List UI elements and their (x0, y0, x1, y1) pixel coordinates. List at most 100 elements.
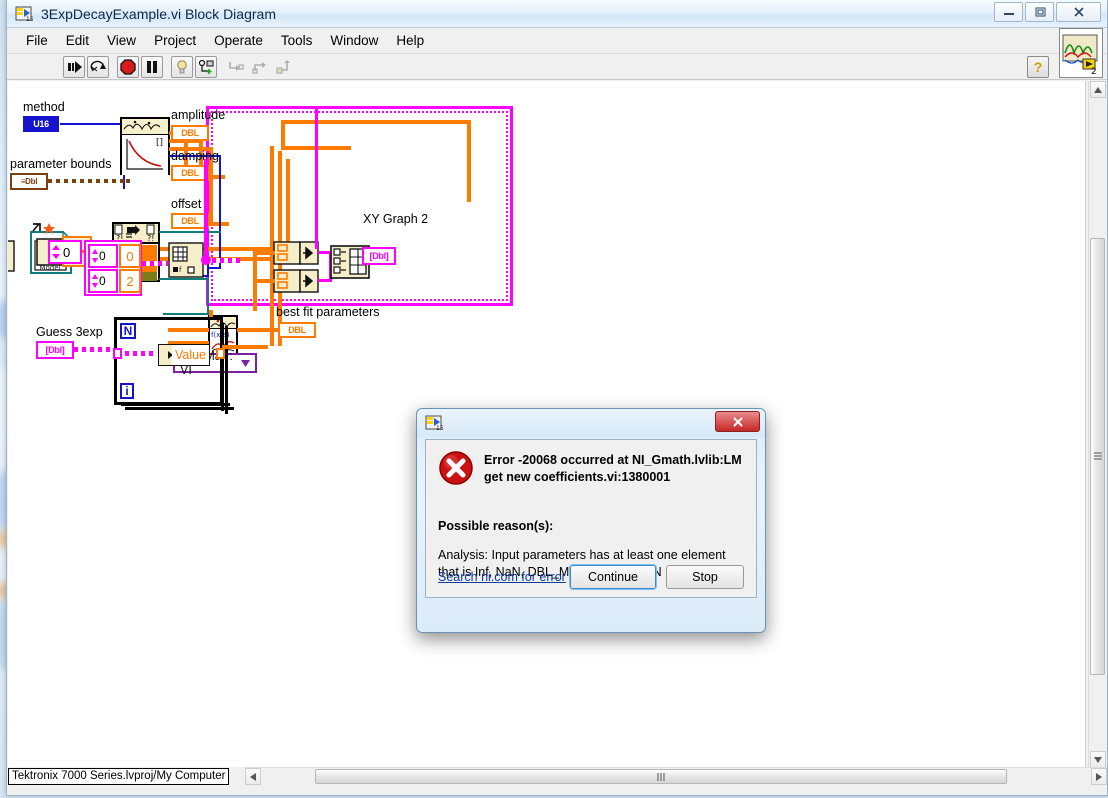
horizontal-scrollbar-thumb[interactable] (315, 769, 1007, 784)
chevron-down-icon[interactable] (241, 354, 250, 372)
menu-tools[interactable]: Tools (272, 31, 322, 50)
scroll-right-button[interactable] (1091, 768, 1107, 785)
run-continuously-button[interactable] (87, 55, 109, 78)
vi-node-curve-fit[interactable]: [] (120, 117, 170, 175)
for-loop-tunnel-out[interactable] (216, 348, 225, 359)
node-bundle-2[interactable] (273, 269, 319, 293)
label-best-fit-parameters: best fit parameters (276, 305, 380, 319)
maximize-button[interactable] (1025, 2, 1054, 22)
toolbar: ? 2 (7, 28, 1107, 80)
label-offset: offset (171, 197, 202, 211)
project-path-label: Tektronix 7000 Series.lvproj/My Computer (8, 767, 230, 785)
horizontal-scrollbar[interactable] (245, 767, 1107, 785)
pause-button[interactable] (141, 55, 163, 78)
for-loop-tunnel-in[interactable] (113, 348, 122, 359)
for-loop-count-label: N (123, 324, 133, 338)
wire-brown-dotted (48, 179, 130, 183)
terminal-amplitude[interactable]: DBL (171, 125, 209, 141)
terminal-best-fit-type: DBL (288, 325, 306, 335)
node-property-value-label: Value (171, 345, 209, 365)
statusbar: Tektronix 7000 Series.lvproj/My Computer (8, 767, 245, 785)
scroll-down-button[interactable] (1090, 751, 1106, 768)
continue-button[interactable]: Continue (569, 564, 657, 590)
for-loop-structure[interactable]: N i Value (113, 317, 234, 414)
scroll-up-button[interactable] (1090, 81, 1106, 98)
terminal-parameter-bounds[interactable]: ≡Dbl (10, 173, 48, 190)
retain-wire-values-button[interactable] (195, 55, 217, 78)
arrow-right-icon (161, 351, 172, 359)
stop-button[interactable]: Stop (666, 565, 744, 589)
wire-teal (163, 313, 209, 315)
search-ni-com-link[interactable]: Search ni.com for error (438, 570, 570, 584)
for-loop-shadow (121, 403, 230, 406)
labview-vi-icon: 15 (15, 5, 34, 23)
wire-pink-dashed (142, 261, 168, 266)
abort-button[interactable] (117, 55, 139, 78)
for-loop-count-terminal[interactable]: N (120, 323, 136, 339)
array-cell-value: 0 (126, 248, 134, 264)
error-dialog-close-button[interactable] (715, 411, 760, 432)
menu-edit[interactable]: Edit (57, 31, 98, 50)
window-titlebar: 15 3ExpDecayExample.vi Block Diagram (7, 0, 1107, 28)
menu-file[interactable]: File (17, 31, 57, 50)
terminal-amplitude-type: DBL (181, 128, 199, 138)
terminal-offset-type: DBL (181, 216, 199, 226)
menu-operate[interactable]: Operate (205, 31, 272, 50)
highlight-execution-button[interactable] (171, 55, 193, 78)
svg-text:15: 15 (436, 425, 443, 432)
array-cell[interactable]: 2 (119, 269, 141, 293)
step-out-button[interactable] (273, 55, 295, 78)
scroll-left-button[interactable] (245, 768, 261, 785)
wire-orange (253, 251, 257, 311)
menu-view[interactable]: View (98, 31, 145, 50)
terminal-guess-3exp[interactable]: [Dbl] (36, 341, 74, 359)
vertical-scrollbar[interactable] (1088, 81, 1106, 768)
increment-decrement-icon (92, 249, 98, 263)
terminal-method[interactable]: U16 (23, 116, 59, 132)
window-controls (994, 2, 1101, 22)
wire-orange (253, 307, 257, 311)
menu-help[interactable]: Help (387, 31, 433, 50)
menubar: File Edit View Project Operate Tools Win… (7, 28, 1107, 54)
wire-teal (159, 278, 209, 280)
wire-orange (467, 120, 471, 202)
wire-pink-dashed (74, 347, 114, 352)
step-into-button[interactable] (225, 55, 247, 78)
for-loop-index-terminal[interactable]: i (120, 383, 134, 399)
constant-scalar[interactable]: 0 (48, 240, 82, 264)
svg-text:2: 2 (1091, 67, 1097, 75)
array-cell[interactable]: 0 (119, 244, 141, 268)
terminal-best-fit-parameters[interactable]: DBL (278, 322, 316, 338)
node-reshape-array[interactable]: f (168, 242, 204, 278)
array-cell[interactable]: 0 (88, 244, 118, 268)
run-controls-group (62, 55, 296, 78)
terminal-xy-graph[interactable]: [Dbl] (362, 247, 396, 265)
step-over-button[interactable] (249, 55, 271, 78)
menu-project[interactable]: Project (145, 31, 205, 50)
vertical-scrollbar-thumb[interactable] (1090, 238, 1105, 675)
for-loop-shadow (225, 326, 228, 414)
svg-text:?!: ?! (147, 234, 154, 242)
node-bundle-1[interactable] (273, 241, 319, 265)
wire-orange (222, 345, 268, 349)
run-button[interactable] (63, 55, 85, 78)
error-dialog[interactable]: 15 Error -20068 occurred at NI_Gmath.lvl… (416, 408, 766, 633)
increment-decrement-icon (52, 245, 60, 259)
wire-pink-dashed (125, 351, 157, 356)
node-left-edge-tile[interactable] (8, 240, 16, 272)
vi-node-body: [] (122, 135, 168, 175)
close-button[interactable] (1056, 2, 1101, 22)
vi-icon-pane[interactable]: 2 (1059, 28, 1103, 78)
for-loop-shadow (221, 323, 224, 411)
grip-icon (1093, 452, 1102, 460)
array-cell-value: 0 (99, 249, 106, 263)
menu-window[interactable]: Window (321, 31, 387, 50)
context-help-button[interactable]: ? (1027, 56, 1049, 78)
node-property-value[interactable]: Value (158, 344, 210, 366)
minimize-button[interactable] (994, 2, 1023, 22)
array-cell[interactable]: 0 (88, 269, 118, 293)
wire-pink (204, 159, 208, 261)
constant-array-2x2[interactable]: 0 0 0 2 (84, 240, 142, 296)
wire-orange (237, 328, 279, 332)
wire-orange (281, 120, 471, 124)
